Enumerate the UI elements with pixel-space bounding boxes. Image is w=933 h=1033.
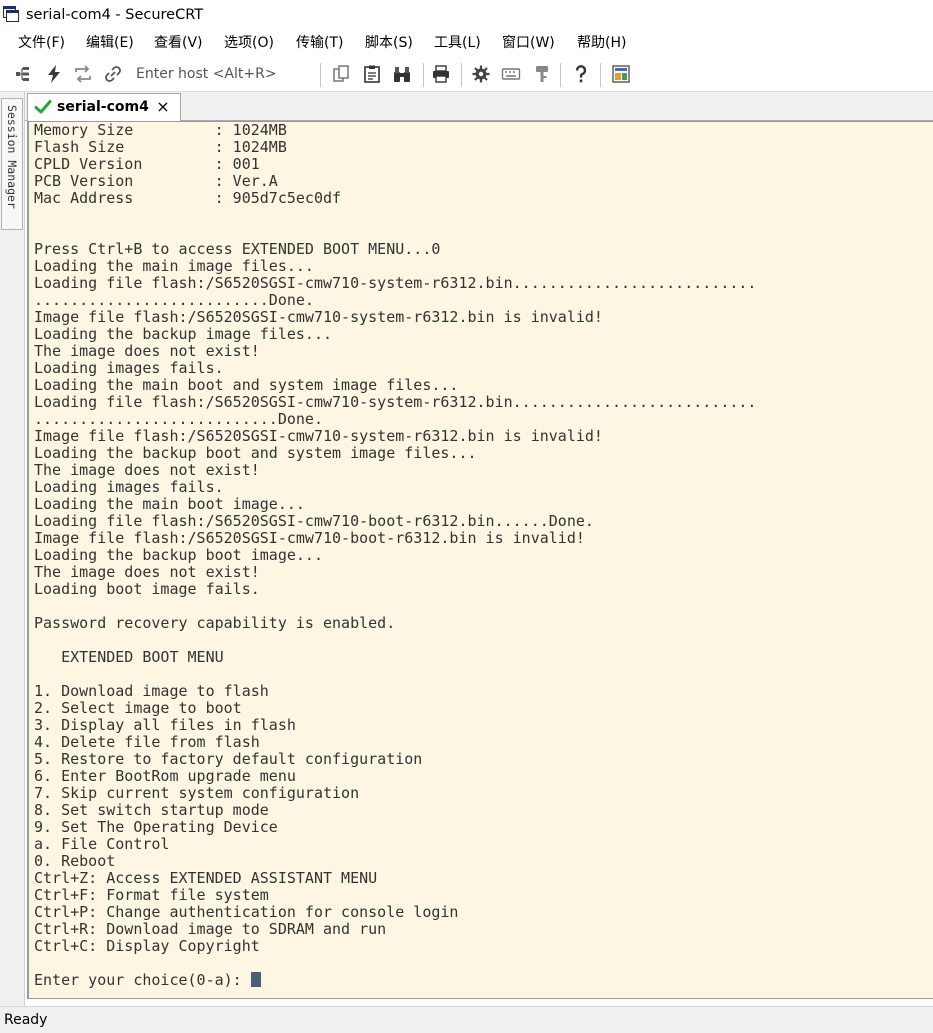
session-tabstrip: serial-com4 × (25, 92, 933, 121)
paste-icon[interactable] (361, 63, 383, 85)
menu-file[interactable]: 文件(F) (18, 34, 65, 52)
terminal-line: Loading the backup boot and system image… (34, 444, 477, 462)
securecrt-app-icon[interactable] (3, 6, 19, 22)
terminal-line: Image file flash:/S6520SGSI-cmw710-syste… (34, 427, 603, 445)
host-input[interactable] (132, 62, 324, 86)
connect-bar-icon[interactable] (12, 63, 34, 85)
terminal-line: Image file flash:/S6520SGSI-cmw710-syste… (34, 308, 603, 326)
terminal-line: EXTENDED BOOT MENU (34, 648, 224, 666)
terminal-line: Memory Size : 1024MB (34, 121, 287, 139)
status-text: Ready (4, 1012, 48, 1028)
terminal-line: Press Ctrl+B to access EXTENDED BOOT MEN… (34, 240, 441, 258)
terminal-line: Ctrl+F: Format file system (34, 886, 269, 904)
terminal-line: 0. Reboot (34, 852, 116, 870)
close-icon[interactable]: × (156, 98, 170, 116)
title-bar: serial-com4 - SecureCRT (0, 0, 933, 30)
reconnect-icon[interactable] (72, 63, 94, 85)
session-manager-tab[interactable]: Session Manager (1, 98, 23, 230)
session-manager-panel: Session Manager (0, 92, 25, 1006)
terminal-line: Flash Size : 1024MB (34, 138, 287, 156)
terminal-line: Loading the backup boot image... (34, 546, 323, 564)
window-title: serial-com4 - SecureCRT (26, 7, 204, 23)
terminal-line: Mac Address : 905d7c5ec0df (34, 189, 342, 207)
toolbar-separator (600, 63, 601, 87)
help-icon[interactable] (570, 63, 592, 85)
keymap-icon[interactable] (500, 63, 522, 85)
menu-bar: 文件(F) 编辑(E) 查看(V) 选项(O) 传输(T) 脚本(S) 工具(L… (0, 30, 933, 56)
terminal-output[interactable]: Memory Size : 1024MB Flash Size : 1024MB C… (27, 121, 933, 999)
menu-options[interactable]: 选项(O) (224, 34, 274, 52)
terminal-line: The image does not exist! (34, 342, 260, 360)
terminal-line: Ctrl+C: Display Copyright (34, 937, 260, 955)
menu-help[interactable]: 帮助(H) (577, 34, 626, 52)
menu-script[interactable]: 脚本(S) (365, 34, 413, 52)
terminal-line: Loading the backup image files... (34, 325, 333, 343)
terminal-line: The image does not exist! (34, 461, 260, 479)
terminal-line: a. File Control (34, 835, 170, 853)
tab-serial-com4[interactable]: serial-com4 × (27, 93, 181, 121)
terminal-line: 4. Delete file from flash (34, 733, 260, 751)
terminal-line: CPLD Version : 001 (34, 155, 260, 173)
script-icon[interactable] (610, 63, 632, 85)
link-icon[interactable] (102, 63, 124, 85)
terminal-cursor (250, 972, 261, 987)
menu-view[interactable]: 查看(V) (154, 34, 203, 52)
terminal-line: Loading file flash:/S6520SGSI-cmw710-boo… (34, 512, 594, 530)
settings-icon[interactable] (470, 63, 492, 85)
terminal-line: 5. Restore to factory default configurat… (34, 750, 423, 768)
terminal-lines: Memory Size : 1024MB Flash Size : 1024MB C… (34, 122, 756, 989)
terminal-line: Loading file flash:/S6520SGSI-cmw710-sys… (34, 274, 757, 292)
print-icon[interactable] (430, 63, 452, 85)
terminal-line: Password recovery capability is enabled. (34, 614, 396, 632)
terminal-line: 6. Enter BootRom upgrade menu (34, 767, 296, 785)
terminal-line: Loading the main boot image... (34, 495, 305, 513)
terminal-line: Image file flash:/S6520SGSI-cmw710-boot-… (34, 529, 585, 547)
terminal-line: 7. Skip current system configuration (34, 784, 360, 802)
key-icon[interactable] (531, 63, 553, 85)
terminal-line: 3. Display all files in flash (34, 716, 296, 734)
status-bar: Ready (0, 1006, 933, 1033)
terminal-line: Loading images fails. (34, 478, 224, 496)
terminal-line: Loading the main boot and system image f… (34, 376, 459, 394)
find-icon[interactable] (391, 63, 413, 85)
terminal-line: The image does not exist! (34, 563, 260, 581)
menu-edit[interactable]: 编辑(E) (86, 34, 134, 52)
lightning-icon[interactable] (43, 63, 65, 85)
terminal-line: Ctrl+R: Download image to SDRAM and run (34, 920, 387, 938)
terminal-line: Loading boot image fails. (34, 580, 260, 598)
terminal-prompt-line: Enter your choice(0-a): (34, 972, 756, 989)
terminal-line: Ctrl+P: Change authentication for consol… (34, 903, 459, 921)
terminal-line: 8. Set switch startup mode (34, 801, 269, 819)
terminal-line: Loading file flash:/S6520SGSI-cmw710-sys… (34, 393, 757, 411)
toolbar (0, 57, 933, 92)
terminal-line: 1. Download image to flash (34, 682, 269, 700)
terminal-prompt: Enter your choice(0-a): (34, 971, 251, 989)
terminal-line: PCB Version : Ver.A (34, 172, 278, 190)
menu-window[interactable]: 窗口(W) (502, 34, 555, 52)
menu-transfer[interactable]: 传输(T) (296, 34, 343, 52)
terminal-line: Loading images fails. (34, 359, 224, 377)
terminal-line: ..........................Done. (34, 291, 314, 309)
connected-check-icon (34, 100, 52, 114)
terminal-line: Ctrl+Z: Access EXTENDED ASSISTANT MENU (34, 869, 378, 887)
terminal-line: ...........................Done. (34, 410, 323, 428)
toolbar-separator (423, 63, 424, 87)
copy-icon[interactable] (330, 63, 352, 85)
terminal-line: 2. Select image to boot (34, 699, 242, 717)
toolbar-separator (320, 63, 321, 87)
toolbar-separator (461, 63, 462, 87)
menu-tools[interactable]: 工具(L) (434, 34, 481, 52)
terminal-line: Loading the main image files... (34, 257, 314, 275)
session-manager-label: Session Manager (5, 105, 19, 209)
terminal-line: 9. Set The Operating Device (34, 818, 278, 836)
toolbar-separator (560, 63, 561, 87)
tab-label: serial-com4 (57, 99, 149, 115)
